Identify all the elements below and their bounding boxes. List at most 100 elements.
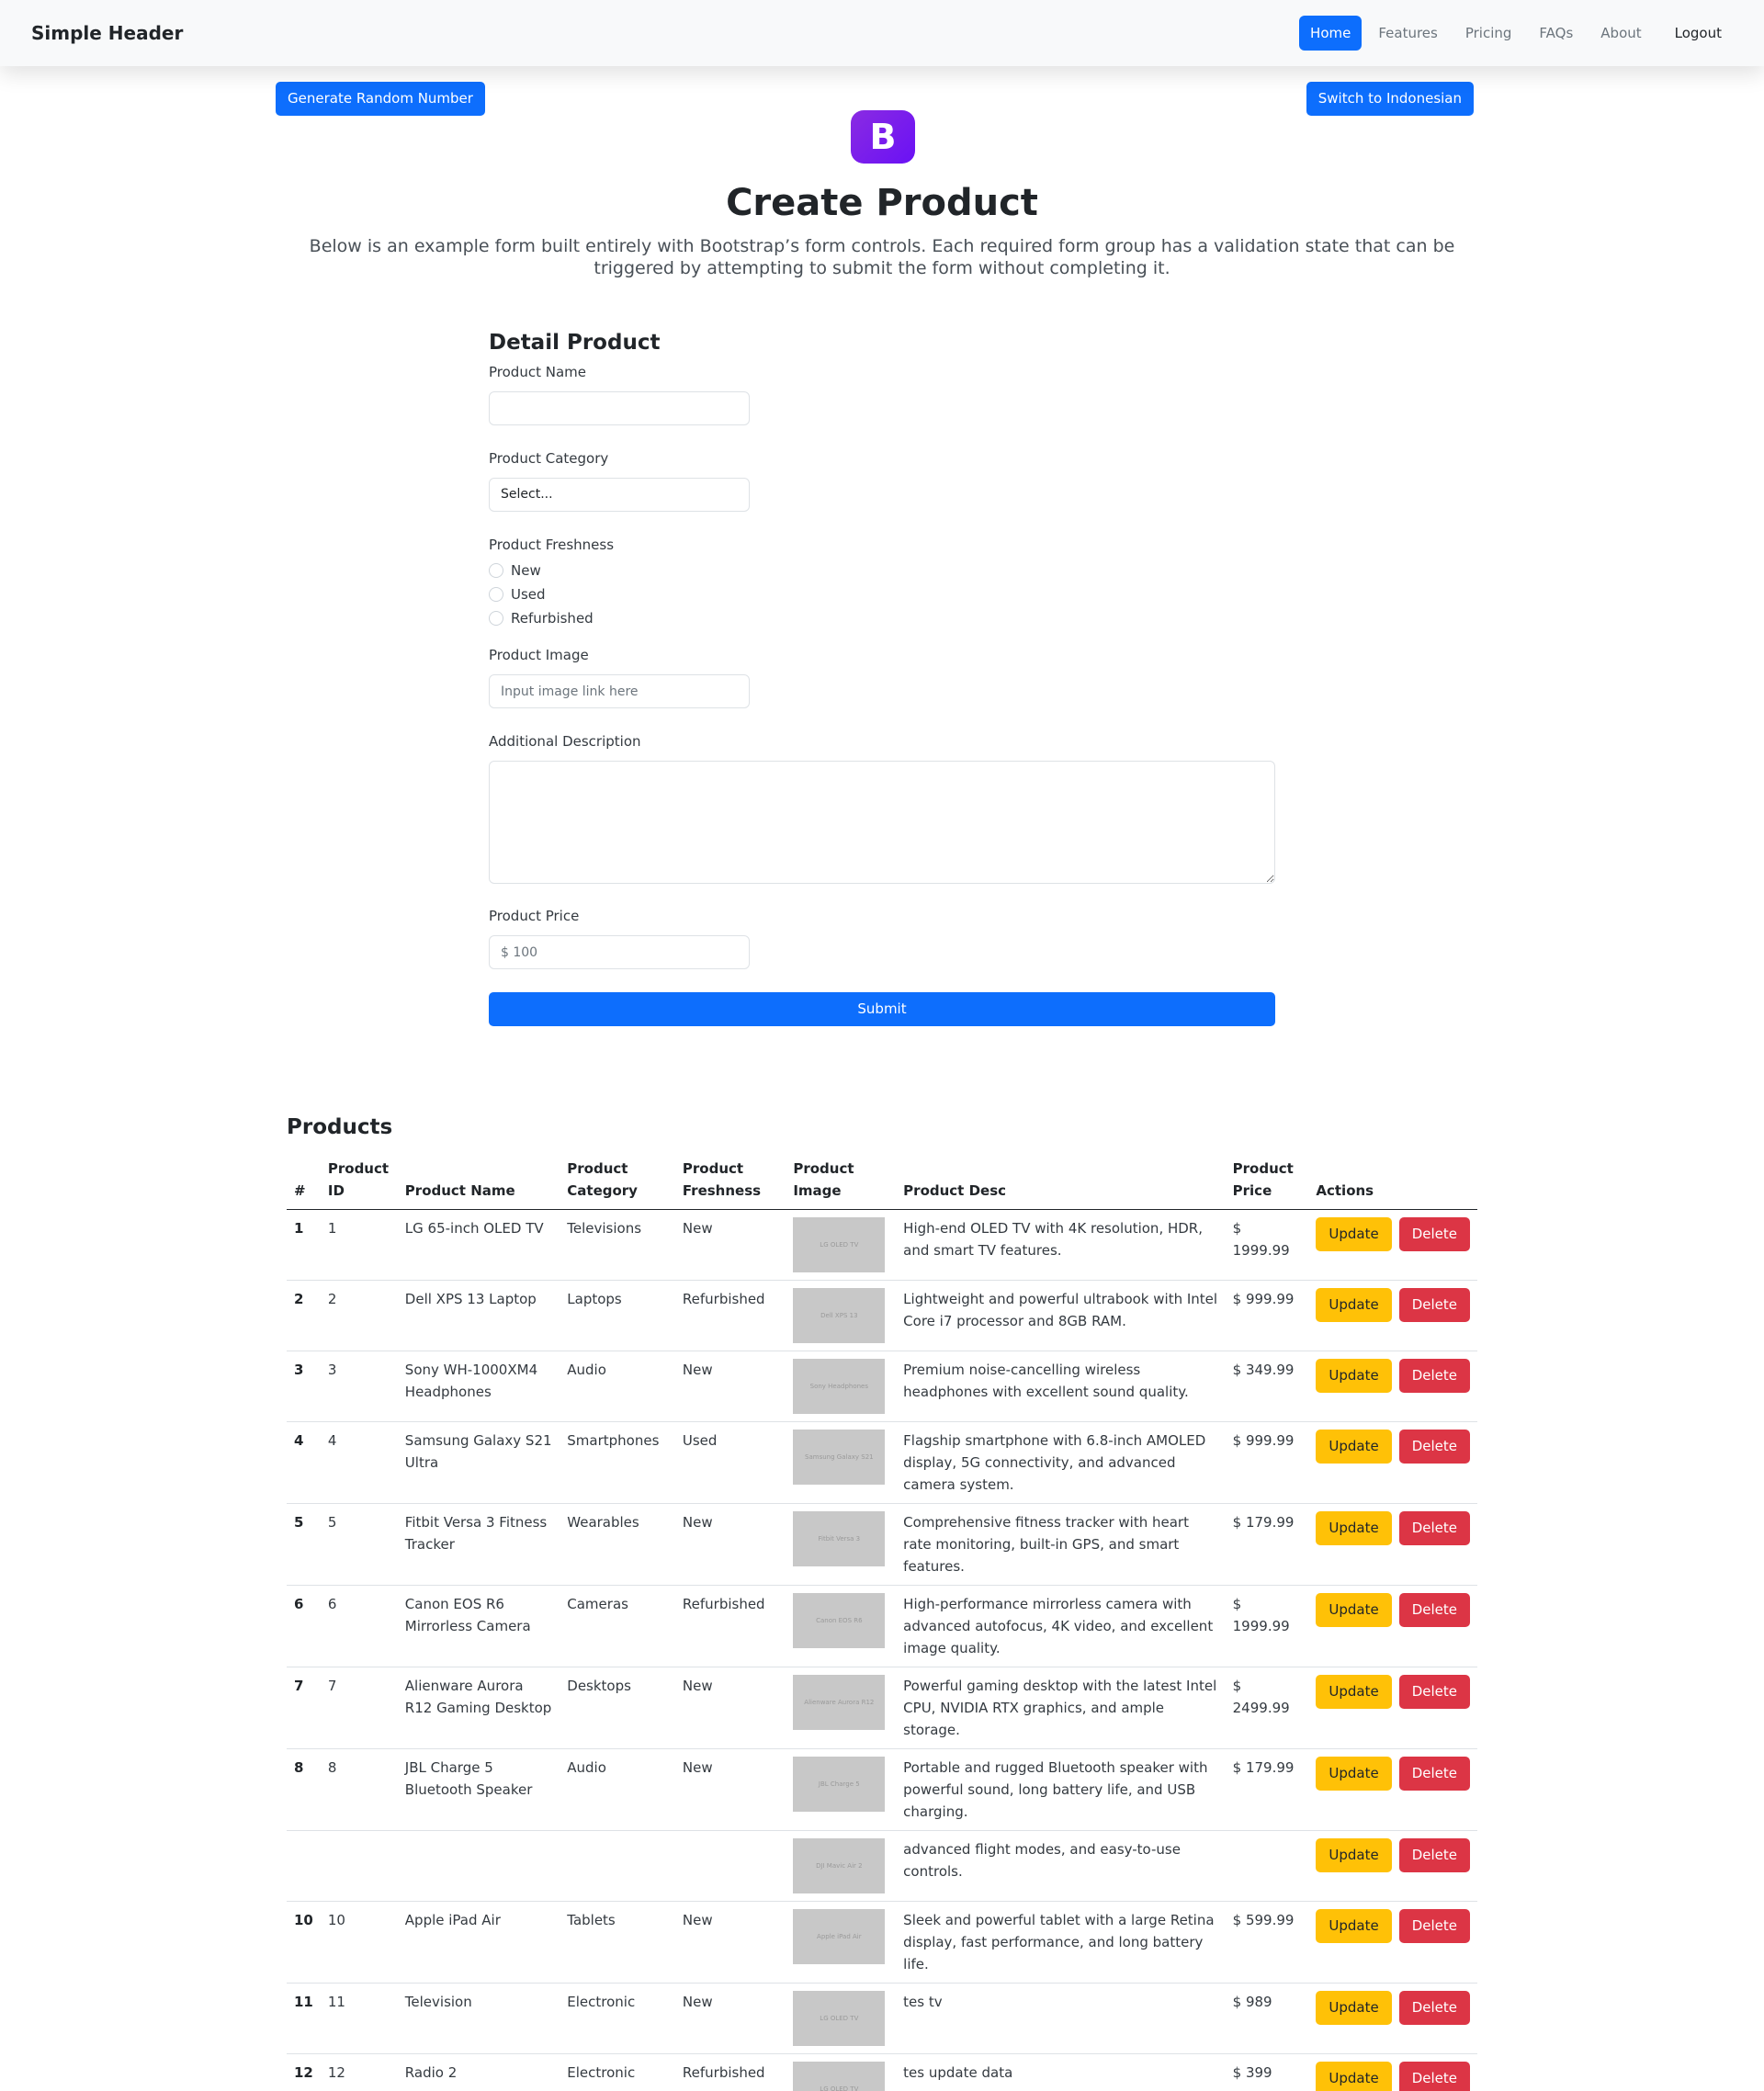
delete-button[interactable]: Delete — [1398, 1909, 1470, 1943]
row-number: 1 — [287, 1209, 321, 1281]
delete-button[interactable]: Delete — [1398, 1757, 1470, 1791]
product-category-cell: Laptops — [560, 1280, 675, 1351]
product-image-cell: DJI Mavic Air 2 — [786, 1830, 897, 1902]
actions-cell: Update Delete — [1308, 1748, 1477, 1831]
product-freshness-cell: New — [674, 1351, 786, 1422]
table-row: 6 6 Canon EOS R6 Mirrorless Camera Cameras R… — [287, 1585, 1477, 1667]
update-button[interactable]: Update — [1316, 1359, 1392, 1393]
update-button[interactable]: Update — [1316, 1991, 1392, 2025]
actions-cell: Update Delete — [1308, 1901, 1477, 1984]
generate-random-number-button[interactable]: Generate Random Number — [276, 82, 485, 116]
row-number: 7 — [287, 1667, 321, 1749]
logout-link[interactable]: Logout — [1658, 16, 1733, 51]
delete-button[interactable]: Delete — [1398, 1288, 1470, 1322]
switch-language-button[interactable]: Switch to Indonesian — [1306, 82, 1474, 116]
update-button[interactable]: Update — [1316, 1217, 1392, 1251]
product-name-cell: Television — [397, 1983, 560, 2054]
product-image-cell: Dell XPS 13 — [786, 1280, 897, 1351]
row-number: 11 — [287, 1983, 321, 2054]
freshness-option-refurbished[interactable]: Refurbished — [489, 606, 1275, 630]
radio-refurbished[interactable] — [489, 611, 503, 626]
update-button[interactable]: Update — [1316, 1757, 1392, 1791]
submit-button[interactable]: Submit — [489, 992, 1275, 1026]
product-freshness-cell: New — [674, 1209, 786, 1281]
actions-cell: Update Delete — [1308, 1503, 1477, 1586]
table-row: 3 3 Sony WH-1000XM4 Headphones Audio New Sony… — [287, 1351, 1477, 1422]
product-name-cell: Fitbit Versa 3 Fitness Tracker — [397, 1503, 560, 1586]
actions-cell: Update Delete — [1308, 1667, 1477, 1749]
nav-pricing[interactable]: Pricing — [1454, 16, 1523, 51]
brand-title[interactable]: Simple Header — [31, 22, 183, 44]
product-id-cell: 3 — [320, 1351, 398, 1422]
delete-button[interactable]: Delete — [1398, 1593, 1470, 1627]
product-freshness-cell: New — [674, 1983, 786, 2054]
product-price-input[interactable] — [489, 935, 750, 969]
product-thumbnail: Sony Headphones — [793, 1359, 886, 1414]
delete-button[interactable]: Delete — [1398, 1991, 1470, 2025]
product-thumbnail: Fitbit Versa 3 — [793, 1511, 886, 1566]
product-price-cell: $ 989 — [1225, 1983, 1309, 2054]
radio-new[interactable] — [489, 563, 503, 578]
update-button[interactable]: Update — [1316, 1288, 1392, 1322]
product-name-cell: Apple iPad Air — [397, 1901, 560, 1984]
update-button[interactable]: Update — [1316, 1430, 1392, 1464]
update-button[interactable]: Update — [1316, 1675, 1392, 1709]
nav-home[interactable]: Home — [1299, 16, 1363, 51]
table-row: 11 11 Television Electronic New LG OLED TV tes… — [287, 1983, 1477, 2054]
nav-faqs[interactable]: FAQs — [1528, 16, 1584, 51]
product-image-input[interactable] — [489, 674, 750, 708]
product-category-cell: Audio — [560, 1351, 675, 1422]
delete-button[interactable]: Delete — [1398, 1838, 1470, 1872]
actions-cell: Update Delete — [1308, 1351, 1477, 1422]
update-button[interactable]: Update — [1316, 2062, 1392, 2091]
product-name-cell: JBL Charge 5 Bluetooth Speaker — [397, 1748, 560, 1831]
nav-features[interactable]: Features — [1367, 16, 1449, 51]
radio-used[interactable] — [489, 587, 503, 602]
product-freshness-cell — [674, 1830, 786, 1902]
delete-button[interactable]: Delete — [1398, 1217, 1470, 1251]
delete-button[interactable]: Delete — [1398, 1430, 1470, 1464]
product-image-cell: JBL Charge 5 — [786, 1748, 897, 1831]
update-button[interactable]: Update — [1316, 1909, 1392, 1943]
update-button[interactable]: Update — [1316, 1511, 1392, 1545]
product-image-cell: Sony Headphones — [786, 1351, 897, 1422]
product-price-cell — [1225, 1830, 1309, 1902]
delete-button[interactable]: Delete — [1398, 1359, 1470, 1393]
row-number: 10 — [287, 1901, 321, 1984]
col-product-id: Product ID — [320, 1154, 398, 1210]
product-id-cell: 10 — [320, 1901, 398, 1984]
col-product-price: Product Price — [1225, 1154, 1309, 1210]
product-image-cell: Samsung Galaxy S21 — [786, 1421, 897, 1504]
product-category-cell: Tablets — [560, 1901, 675, 1984]
description-textarea[interactable] — [489, 761, 1275, 884]
delete-button[interactable]: Delete — [1398, 1511, 1470, 1545]
nav-about[interactable]: About — [1589, 16, 1652, 51]
nav-menu: Home Features Pricing FAQs About Logout — [1299, 16, 1733, 51]
freshness-option-used[interactable]: Used — [489, 582, 1275, 606]
product-price-cell: $ 1999.99 — [1225, 1209, 1309, 1281]
product-id-cell: 7 — [320, 1667, 398, 1749]
row-number: 12 — [287, 2053, 321, 2091]
table-row: 12 12 Radio 2 Electronic Refurbished LG OLED … — [287, 2053, 1477, 2091]
col-actions: Actions — [1308, 1154, 1477, 1210]
delete-button[interactable]: Delete — [1398, 1675, 1470, 1709]
product-name-input[interactable] — [489, 391, 750, 425]
product-thumbnail: LG OLED TV — [793, 1991, 886, 2046]
product-price-cell: $ 179.99 — [1225, 1748, 1309, 1831]
product-category-cell: Televisions — [560, 1209, 675, 1281]
freshness-option-new[interactable]: New — [489, 559, 1275, 582]
product-freshness-cell: New — [674, 1667, 786, 1749]
col-product-freshness: Product Freshness — [674, 1154, 786, 1210]
product-id-cell: 1 — [320, 1209, 398, 1281]
product-category-label: Product Category — [489, 450, 609, 467]
product-category-select[interactable]: Select... — [489, 478, 750, 512]
product-thumbnail: DJI Mavic Air 2 — [793, 1838, 886, 1893]
product-category-cell: Desktops — [560, 1667, 675, 1749]
product-price-cell: $ 1999.99 — [1225, 1585, 1309, 1667]
actions-cell: Update Delete — [1308, 1209, 1477, 1281]
update-button[interactable]: Update — [1316, 1838, 1392, 1872]
update-button[interactable]: Update — [1316, 1593, 1392, 1627]
delete-button[interactable]: Delete — [1398, 2062, 1470, 2091]
product-price-cell: $ 2499.99 — [1225, 1667, 1309, 1749]
product-name-cell: LG 65-inch OLED TV — [397, 1209, 560, 1281]
